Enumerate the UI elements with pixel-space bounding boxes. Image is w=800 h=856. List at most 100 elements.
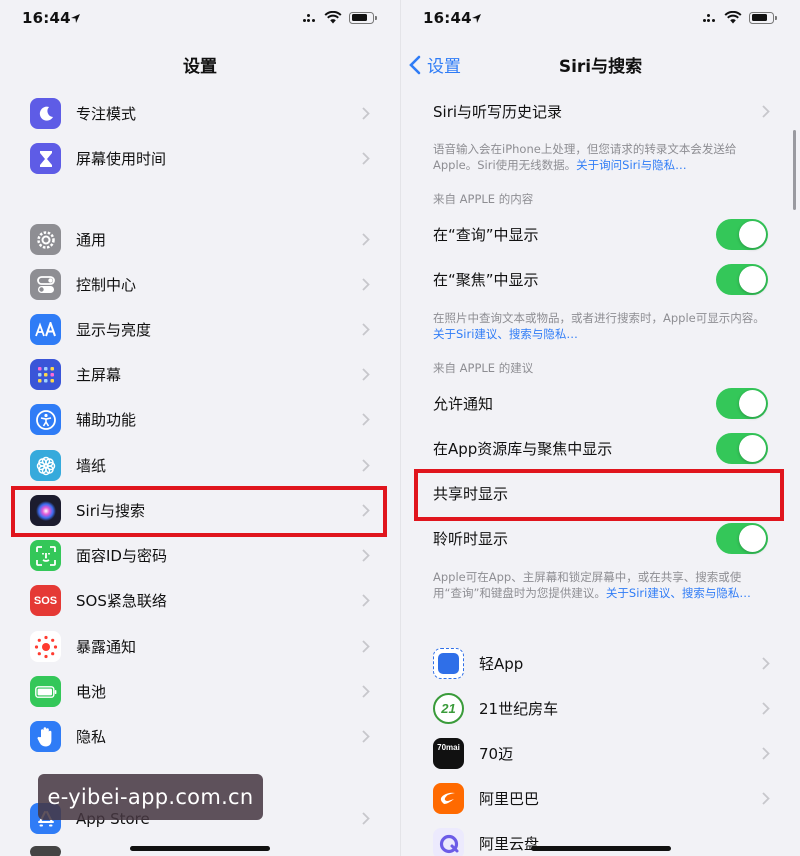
siri-privacy-link[interactable]: 关于询问Siri与隐私… (576, 158, 686, 172)
siri-suggestions-link[interactable]: 关于Siri建议、搜索与隐私… (433, 327, 578, 341)
settings-item-face-id[interactable]: 面容ID与密码 (0, 533, 400, 578)
app-item-21-rv[interactable]: 21 21世纪房车 (401, 686, 800, 731)
allow-notifications-toggle[interactable] (716, 388, 768, 419)
hand-icon (30, 721, 61, 752)
face-id-icon (30, 540, 61, 571)
chevron-right-icon (362, 594, 370, 607)
settings-item-focus[interactable]: 专注模式 (0, 91, 400, 136)
app-item-light-app[interactable]: 轻App (401, 641, 800, 686)
settings-item-display[interactable]: 显示与亮度 (0, 307, 400, 352)
chevron-right-icon (762, 105, 770, 118)
alibaba-icon (433, 783, 464, 814)
lookup-footer: 在照片中查询文本或物品，或者进行搜索时，Apple可显示内容。关于Siri建议、… (433, 311, 765, 341)
siri-history-row[interactable]: Siri与听写历史记录 (401, 89, 800, 134)
chevron-right-icon (362, 730, 370, 743)
show-in-lookup-toggle[interactable] (716, 219, 768, 250)
battery-status-icon (349, 11, 377, 24)
highlight-sharing-row (414, 469, 784, 521)
settings-item-exposure[interactable]: 暴露通知 (0, 624, 400, 669)
page-title: 设置 (183, 57, 217, 77)
siri-privacy-footer: 语音输入会在iPhone上处理，但您请求的转录文本会发送给Apple。Siri使… (433, 142, 737, 172)
light-app-icon (433, 648, 464, 679)
show-in-library-toggle[interactable] (716, 433, 768, 464)
app-item-label: 阿里云盘 (479, 835, 540, 853)
hourglass-icon (30, 143, 61, 174)
chevron-right-icon (362, 323, 370, 336)
cellular-icon (703, 12, 717, 24)
show-in-spotlight-row: 在“聚焦”中显示 (401, 257, 800, 302)
siri-history-label: Siri与听写历史记录 (433, 103, 563, 121)
sos-icon: SOS (30, 585, 61, 616)
allow-notifications-row: 允许通知 (401, 381, 800, 426)
battery-status-icon (749, 11, 777, 24)
show-in-lookup-row: 在“查询”中显示 (401, 212, 800, 257)
chevron-right-icon (362, 640, 370, 653)
chevron-right-icon (362, 459, 370, 472)
chevron-right-icon (362, 233, 370, 246)
70mai-icon: 70mai (433, 738, 464, 769)
allow-notifications-label: 允许通知 (433, 395, 494, 413)
chevron-right-icon (362, 812, 370, 825)
status-time: 16:44 (22, 9, 71, 27)
next-item-icon (30, 846, 61, 856)
settings-item-label: 通用 (76, 231, 107, 249)
settings-item-label: 墙纸 (76, 457, 107, 475)
watermark: e-yibei-app.com.cn (38, 774, 263, 820)
chevron-right-icon (762, 792, 770, 805)
show-when-listening-toggle[interactable] (716, 523, 768, 554)
app-item-label: 阿里巴巴 (479, 790, 540, 808)
app-item-70mai[interactable]: 70mai 70迈 (401, 731, 800, 776)
gear-icon (30, 224, 61, 255)
toggles-icon (30, 269, 61, 300)
status-bar: 16:44 (401, 0, 800, 36)
chevron-right-icon (362, 152, 370, 165)
wifi-icon (724, 11, 742, 24)
settings-item-label: 屏幕使用时间 (76, 150, 167, 168)
settings-item-label: 主屏幕 (76, 366, 122, 384)
settings-item-accessibility[interactable]: 辅助功能 (0, 397, 400, 442)
app-item-label: 70迈 (479, 745, 514, 763)
show-in-library-label: 在App资源库与聚焦中显示 (433, 440, 613, 458)
location-arrow-icon (472, 14, 481, 23)
chevron-right-icon (362, 278, 370, 291)
chevron-right-icon (762, 747, 770, 760)
settings-item-wallpaper[interactable]: 墙纸 (0, 443, 400, 488)
status-bar: 16:44 (0, 0, 400, 36)
settings-item-privacy[interactable]: 隐私 (0, 714, 400, 759)
settings-item-control-center[interactable]: 控制中心 (0, 262, 400, 307)
wifi-icon (324, 11, 342, 24)
settings-item-label: SOS紧急联络 (76, 592, 167, 610)
settings-screen: 16:44 设置 专注模式 屏幕使用时间 通用 控制中心 显示与亮度 主屏幕 辅… (0, 0, 400, 856)
siri-suggestions-link-2[interactable]: 关于Siri建议、搜索与隐私… (606, 586, 751, 600)
accessibility-icon (30, 404, 61, 435)
app-item-alibaba[interactable]: 阿里巴巴 (401, 776, 800, 821)
settings-item-general[interactable]: 通用 (0, 217, 400, 262)
page-title: Siri与搜索 (558, 57, 643, 77)
settings-item-label: 控制中心 (76, 276, 137, 294)
suggestions-footer: Apple可在App、主屏幕和锁定屏幕中，或在共享、搜索或使用“查询”和键盘时为… (433, 570, 751, 600)
cellular-icon (303, 12, 317, 24)
moon-icon (30, 98, 61, 129)
scroll-indicator[interactable] (793, 130, 796, 210)
show-in-library-row: 在App资源库与聚焦中显示 (401, 426, 800, 471)
chevron-right-icon (762, 702, 770, 715)
chevron-right-icon (762, 657, 770, 670)
section-header-content: 来自 APPLE 的内容 (433, 192, 534, 206)
settings-item-battery[interactable]: 电池 (0, 669, 400, 714)
siri-search-screen: 16:44 设置 Siri与搜索 Siri与听写历史记录 语音输入会在iPhon… (400, 0, 800, 856)
settings-item-screen-time[interactable]: 屏幕使用时间 (0, 136, 400, 181)
settings-item-label: 辅助功能 (76, 411, 137, 429)
settings-item-label: 电池 (76, 683, 107, 701)
settings-item-sos[interactable]: SOS SOS紧急联络 (0, 578, 400, 623)
show-in-spotlight-label: 在“聚焦”中显示 (433, 271, 539, 289)
home-indicator (130, 846, 270, 851)
settings-item-label: 隐私 (76, 728, 107, 746)
flower-icon (30, 450, 61, 481)
chevron-right-icon (362, 413, 370, 426)
settings-item-label: 面容ID与密码 (76, 547, 167, 565)
settings-item-label: 专注模式 (76, 105, 137, 123)
show-in-spotlight-toggle[interactable] (716, 264, 768, 295)
status-time: 16:44 (423, 9, 472, 27)
settings-item-home-screen[interactable]: 主屏幕 (0, 352, 400, 397)
home-indicator (530, 846, 671, 851)
